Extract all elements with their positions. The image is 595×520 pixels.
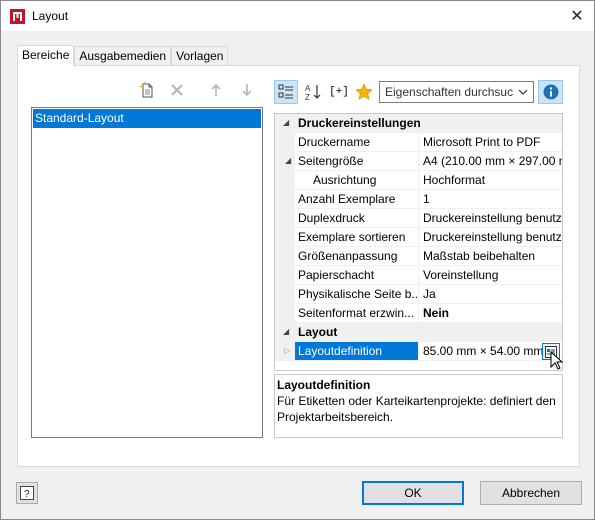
property-row[interactable]: Anzahl Exemplare 1 xyxy=(275,190,562,209)
property-name: Papierschacht xyxy=(295,266,419,285)
tab-ausgabemedien[interactable]: Ausgabemedien xyxy=(74,46,172,66)
property-value[interactable]: Druckereinstellung benutzen xyxy=(419,209,562,228)
ok-button[interactable]: OK xyxy=(362,481,464,505)
expand-triangle-icon[interactable]: ▷ xyxy=(284,346,290,355)
help-button[interactable]: ? xyxy=(16,482,38,504)
categorized-view-icon xyxy=(278,84,293,99)
sort-alphabetical-icon: A Z xyxy=(305,84,321,101)
property-value[interactable]: Voreinstellung xyxy=(419,266,562,285)
property-row[interactable]: Duplexdruck Druckereinstellung benutzen xyxy=(275,209,562,228)
category-layout[interactable]: ◢ Layout xyxy=(275,323,562,342)
property-name: Größenanpassung xyxy=(295,247,419,266)
description-text: Für Etiketten oder Karteikartenprojekte:… xyxy=(277,394,556,424)
cancel-button[interactable]: Abbrechen xyxy=(480,481,582,505)
expand-all-button[interactable]: [+] xyxy=(327,80,351,104)
property-value[interactable]: Nein xyxy=(419,304,562,323)
move-down-button[interactable] xyxy=(237,81,257,99)
collapse-triangle-icon: ◢ xyxy=(283,118,290,127)
property-row[interactable]: Exemplare sortieren Druckereinstellung b… xyxy=(275,228,562,247)
property-row[interactable]: ◢ Seitengröße A4 (210.00 mm × 297.00 mm) xyxy=(275,152,562,171)
property-row[interactable]: Ausrichtung Hochformat xyxy=(275,171,562,190)
app-icon xyxy=(10,9,25,24)
property-row[interactable]: Druckername Microsoft Print to PDF xyxy=(275,133,562,152)
tab-vorlagen[interactable]: Vorlagen xyxy=(171,46,229,66)
property-row[interactable]: Physikalische Seite b... Ja xyxy=(275,285,562,304)
favorite-star-icon xyxy=(355,83,373,100)
delete-button[interactable] xyxy=(167,81,187,99)
property-value[interactable]: Druckereinstellung benutzen xyxy=(419,228,562,247)
mouse-cursor-icon xyxy=(550,351,564,370)
close-button[interactable]: ✕ xyxy=(560,1,594,31)
property-value[interactable]: Maßstab beibehalten xyxy=(419,247,562,266)
window-title: Layout xyxy=(32,9,69,23)
property-name: Ausrichtung xyxy=(295,171,419,190)
title-bar: Layout ✕ xyxy=(1,1,594,31)
category-printer-settings[interactable]: ◢ Druckereinstellungen xyxy=(275,114,562,133)
property-name: Duplexdruck xyxy=(295,209,419,228)
search-placeholder: Eigenschaften durchsuc xyxy=(385,85,513,99)
expand-all-icon: [+] xyxy=(329,86,349,98)
description-title: Layoutdefinition xyxy=(277,378,371,392)
categorized-view-button[interactable] xyxy=(274,80,298,104)
move-up-icon xyxy=(211,83,221,96)
collapse-triangle-icon: ◢ xyxy=(283,327,290,336)
layout-dialog: Layout ✕ Bereiche Ausgabemedien Vorlagen xyxy=(0,0,595,520)
layout-list[interactable]: Standard-Layout xyxy=(31,107,263,438)
info-button[interactable] xyxy=(538,80,563,104)
property-name: Layoutdefinition xyxy=(295,342,419,361)
close-icon: ✕ xyxy=(570,8,584,25)
property-name: Seitengröße xyxy=(295,152,419,171)
svg-text:A: A xyxy=(305,84,311,93)
property-row[interactable]: Seitenformat erzwin... Nein xyxy=(275,304,562,323)
property-row[interactable]: Größenanpassung Maßstab beibehalten xyxy=(275,247,562,266)
property-name: Seitenformat erzwin... xyxy=(295,304,419,323)
favorites-button[interactable] xyxy=(352,80,376,104)
new-layout-button[interactable] xyxy=(137,81,157,99)
property-name: Exemplare sortieren xyxy=(295,228,419,247)
property-value[interactable]: Hochformat xyxy=(419,171,562,190)
property-row[interactable]: Papierschacht Voreinstellung xyxy=(275,266,562,285)
move-down-icon xyxy=(242,84,252,97)
svg-text:?: ? xyxy=(24,489,30,500)
property-name: Druckername xyxy=(295,133,419,152)
svg-text:Z: Z xyxy=(305,93,310,101)
delete-icon xyxy=(171,84,183,96)
chevron-down-icon xyxy=(518,89,528,95)
property-value[interactable]: Ja xyxy=(419,285,562,304)
tab-strip: Bereiche Ausgabemedien Vorlagen xyxy=(17,45,229,66)
property-value[interactable]: Microsoft Print to PDF xyxy=(419,133,562,152)
property-name: Anzahl Exemplare xyxy=(295,190,419,209)
sort-alphabetical-button[interactable]: A Z xyxy=(301,80,325,104)
property-value[interactable]: 1 xyxy=(419,190,562,209)
tab-bereiche[interactable]: Bereiche xyxy=(17,45,75,66)
property-name: Physikalische Seite b... xyxy=(295,285,419,304)
property-row-selected[interactable]: ▷ Layoutdefinition 85.00 mm × 54.00 mm xyxy=(275,342,562,361)
move-up-button[interactable] xyxy=(206,81,226,99)
info-icon xyxy=(543,84,558,100)
property-description: Layoutdefinition Für Etiketten oder Kart… xyxy=(274,374,563,438)
list-item[interactable]: Standard-Layout xyxy=(33,109,261,128)
help-icon: ? xyxy=(20,486,34,500)
property-search-combo[interactable]: Eigenschaften durchsuc xyxy=(379,81,534,103)
property-grid: ◢ Druckereinstellungen Druckername Micro… xyxy=(274,113,563,371)
new-layout-icon xyxy=(139,82,153,98)
collapse-triangle-icon[interactable]: ◢ xyxy=(285,156,291,165)
property-value[interactable]: A4 (210.00 mm × 297.00 mm) xyxy=(419,152,562,171)
property-value[interactable]: 85.00 mm × 54.00 mm xyxy=(419,342,542,361)
